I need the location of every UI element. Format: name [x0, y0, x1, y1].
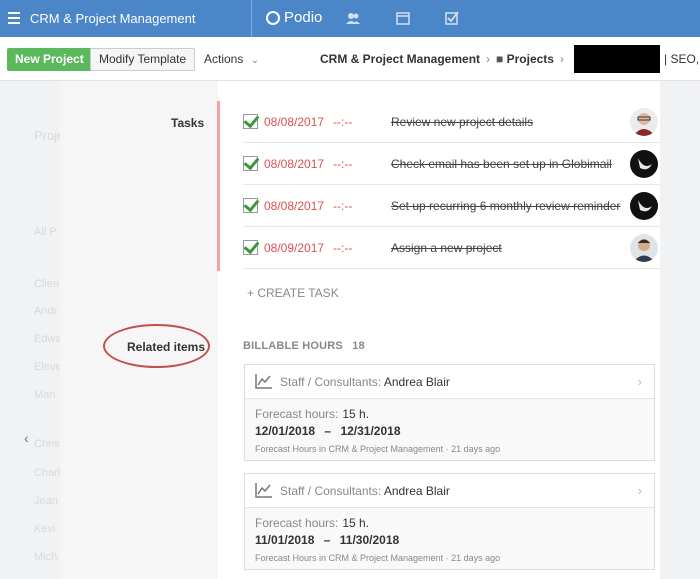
- task-title[interactable]: Check email has been set up in Globimail: [391, 157, 612, 171]
- task-date: 08/08/2017: [264, 199, 325, 213]
- card-header[interactable]: Staff / Consultants: Andrea Blair ›: [245, 474, 654, 508]
- task-title[interactable]: Review new project details: [391, 115, 533, 129]
- chevron-right-icon: ›: [486, 52, 491, 66]
- redaction-box: [574, 45, 660, 73]
- date-to: 11/30/2018: [339, 533, 400, 547]
- forecast-hours-value: 15 h.: [342, 516, 370, 530]
- actions-dropdown[interactable]: Actions ⌄: [204, 52, 259, 66]
- ghost-text: Chris: [34, 438, 60, 450]
- task-title[interactable]: Set up recurring 6 monthly review remind…: [391, 199, 620, 213]
- line-chart-icon: [255, 483, 272, 498]
- related-items-label: Related items: [127, 340, 206, 354]
- chevron-left-icon[interactable]: ‹: [24, 430, 29, 446]
- ghost-text: Eleve: [34, 361, 62, 373]
- divider: [251, 0, 252, 37]
- line-chart-icon: [255, 374, 272, 389]
- task-row[interactable]: 08/08/2017 --:-- Set up recurring 6 mont…: [243, 185, 660, 227]
- tasks-label: Tasks: [171, 116, 205, 130]
- chevron-down-icon: ⌄: [250, 55, 260, 66]
- date-to: 12/31/2018: [340, 424, 401, 438]
- chevron-right-icon[interactable]: ›: [638, 483, 642, 498]
- card-meta: Forecast Hours in CRM & Project Manageme…: [255, 553, 501, 563]
- podio-icon: [266, 10, 280, 25]
- card-title: Staff / Consultants: Andrea Blair: [280, 375, 450, 389]
- checkbox-checked-icon[interactable]: [243, 156, 258, 171]
- ghost-text: Andr: [34, 305, 58, 317]
- ghost-text: Jean: [34, 495, 58, 507]
- podio-logo[interactable]: Podio: [266, 9, 322, 26]
- app-title[interactable]: CRM & Project Management: [30, 11, 195, 26]
- card-consultant-name: Andrea Blair: [383, 375, 450, 389]
- ghost-text: Man: [34, 389, 56, 401]
- breadcrumb-item[interactable]: | SEO,: [664, 52, 699, 66]
- task-row[interactable]: 08/09/2017 --:-- Assign a new project: [243, 227, 660, 269]
- task-time: --:--: [333, 241, 353, 255]
- new-project-button[interactable]: New Project: [7, 48, 92, 71]
- task-row[interactable]: 08/08/2017 --:-- Check email has been se…: [243, 143, 660, 185]
- related-item-card[interactable]: Staff / Consultants: Andrea Blair › Fore…: [244, 473, 655, 570]
- card-meta: Forecast Hours in CRM & Project Manageme…: [255, 444, 501, 454]
- card-title-prefix: Staff / Consultants:: [280, 484, 382, 498]
- top-bar: CRM & Project Management Podio: [0, 0, 700, 37]
- cube-icon: ■: [496, 52, 504, 66]
- actions-label: Actions: [204, 52, 244, 66]
- ghost-text: All P: [34, 226, 57, 238]
- ghost-text: Edwa: [34, 333, 62, 345]
- podio-logo-text: Podio: [284, 9, 323, 26]
- card-header[interactable]: Staff / Consultants: Andrea Blair ›: [245, 365, 654, 399]
- avatar[interactable]: [630, 108, 658, 136]
- avatar[interactable]: [630, 150, 658, 178]
- forecast-hours: Forecast hours: 15 h.: [255, 407, 369, 421]
- related-item-card[interactable]: Staff / Consultants: Andrea Blair › Fore…: [244, 364, 655, 461]
- card-body: Forecast hours: 15 h. 12/01/2018 – 12/31/…: [245, 399, 654, 460]
- breadcrumb-workspace[interactable]: CRM & Project Management: [320, 52, 480, 66]
- task-time: --:--: [333, 157, 353, 171]
- forecast-hours-label: Forecast hours:: [255, 516, 339, 530]
- overdue-indicator: [217, 101, 220, 271]
- billable-hours-count: 18: [352, 340, 365, 352]
- chevron-right-icon: ›: [559, 52, 564, 66]
- card-title: Staff / Consultants: Andrea Blair: [280, 484, 450, 498]
- avatar[interactable]: [630, 234, 658, 262]
- forecast-hours: Forecast hours: 15 h.: [255, 516, 369, 530]
- ghost-text: Mich: [34, 551, 58, 563]
- task-time: --:--: [333, 199, 353, 213]
- create-task-button[interactable]: + CREATE TASK: [247, 286, 339, 300]
- breadcrumb: CRM & Project Management › ■ Projects ›: [320, 52, 570, 66]
- ghost-text: Charl: [34, 467, 61, 479]
- task-date: 08/08/2017: [264, 115, 325, 129]
- date-range: 11/01/2018 – 11/30/2018: [255, 533, 399, 547]
- calendar-icon[interactable]: [396, 11, 410, 25]
- card-body: Forecast hours: 15 h. 11/01/2018 – 11/30/…: [245, 508, 654, 569]
- task-title[interactable]: Assign a new project: [391, 241, 502, 255]
- task-row[interactable]: 08/08/2017 --:-- Review new project deta…: [243, 101, 660, 143]
- card-consultant-name: Andrea Blair: [383, 484, 450, 498]
- ghost-text: Kevi: [34, 523, 56, 535]
- ghost-text: Clien: [34, 278, 60, 290]
- date-range: 12/01/2018 – 12/31/2018: [255, 424, 401, 438]
- date-from: 11/01/2018: [255, 533, 315, 547]
- task-date: 08/09/2017: [264, 241, 325, 255]
- chevron-right-icon[interactable]: ›: [638, 374, 642, 389]
- date-dash: –: [324, 424, 332, 438]
- avatar[interactable]: [630, 192, 658, 220]
- checkbox-checked-icon[interactable]: [243, 198, 258, 213]
- forecast-hours-value: 15 h.: [342, 407, 370, 421]
- menu-icon[interactable]: [8, 12, 20, 24]
- background-panel: [660, 81, 700, 579]
- contacts-icon[interactable]: [346, 11, 360, 25]
- billable-hours-header: BILLABLE HOURS 18: [243, 340, 365, 352]
- tasks-icon[interactable]: [445, 11, 459, 25]
- breadcrumb-app[interactable]: Projects: [507, 52, 554, 66]
- billable-hours-label: BILLABLE HOURS: [243, 340, 343, 352]
- task-time: --:--: [333, 115, 353, 129]
- card-title-prefix: Staff / Consultants:: [280, 375, 382, 389]
- checkbox-checked-icon[interactable]: [243, 240, 258, 255]
- date-dash: –: [323, 533, 331, 547]
- modify-template-button[interactable]: Modify Template: [90, 48, 196, 71]
- checkbox-checked-icon[interactable]: [243, 114, 258, 129]
- date-from: 12/01/2018: [255, 424, 316, 438]
- forecast-hours-label: Forecast hours:: [255, 407, 339, 421]
- task-date: 08/08/2017: [264, 157, 325, 171]
